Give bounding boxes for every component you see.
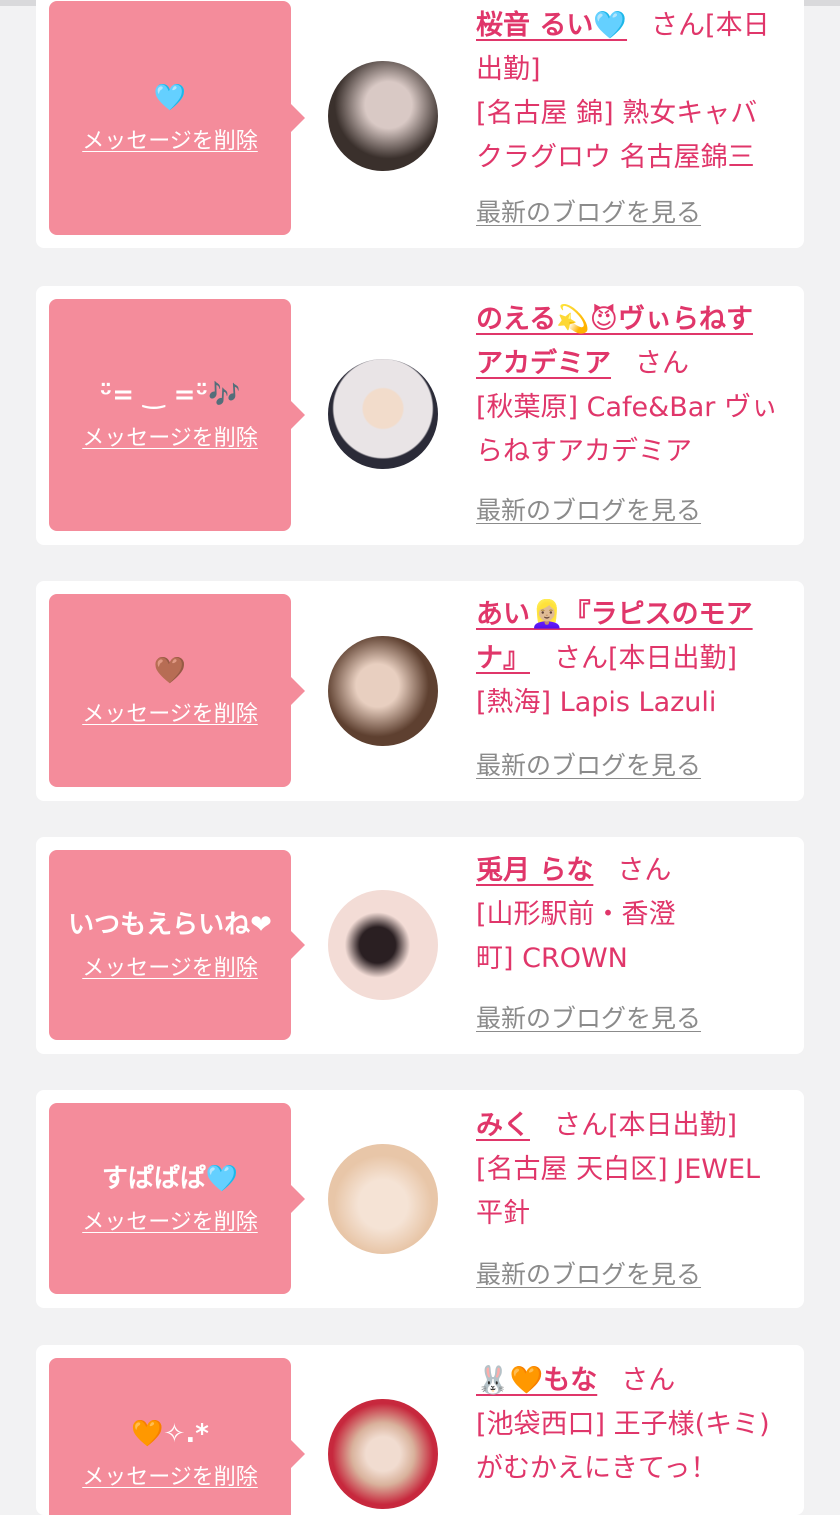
message-text: 🧡✧.*: [131, 1418, 209, 1449]
name-suffix: さん: [635, 348, 689, 379]
message-card: すぱぱぱ🩵 メッセージを削除 みく さん[本日出勤] [名古屋 天白区] JEWE…: [36, 1090, 804, 1308]
delete-message-link[interactable]: メッセージを削除: [82, 426, 258, 452]
latest-blog-link[interactable]: 最新のブログを見る: [476, 1260, 701, 1290]
avatar[interactable]: [328, 61, 438, 171]
message-text: 🩵: [153, 83, 187, 113]
shop-line: [山形駅前・香澄: [476, 899, 676, 930]
shop-line: [秋葉原] Cafe&Bar ヴぃ: [476, 392, 778, 423]
message-text: すぱぱぱ🩵: [101, 1163, 239, 1194]
cast-name-link[interactable]: のえる💫😈ヴぃらねす: [476, 304, 753, 335]
shop-line: 出勤]: [476, 54, 541, 85]
name-suffix: さん[本日: [651, 10, 770, 41]
latest-blog-link[interactable]: 最新のブログを見る: [476, 198, 701, 228]
delete-message-link[interactable]: メッセージを削除: [82, 956, 258, 982]
message-text: 🤎: [153, 655, 187, 686]
shop-line: 町] CROWN: [476, 943, 628, 974]
cast-name-link[interactable]: あい👱🏼‍♀️『ラピスのモア: [476, 599, 753, 630]
message-bubble: 🩵 メッセージを削除: [49, 1, 305, 235]
name-suffix: さん: [617, 855, 672, 886]
message-card: 🧡✧.* メッセージを削除 🐰🧡もな さん [池袋西口] 王子様(キミ) がむかえ…: [36, 1345, 804, 1515]
delete-message-link[interactable]: メッセージを削除: [82, 1465, 258, 1491]
cast-name-link[interactable]: 🐰🧡もな: [476, 1365, 597, 1396]
shop-line: らねすアカデミア: [476, 436, 692, 467]
name-suffix: さん[本日出勤]: [554, 643, 738, 674]
shop-line: [名古屋 錦] 熟女キャバ: [476, 98, 758, 129]
latest-blog-link[interactable]: 最新のブログを見る: [476, 1004, 701, 1034]
delete-message-link[interactable]: メッセージを削除: [82, 129, 258, 155]
cast-name-link[interactable]: 桜音 るい🩵: [476, 10, 627, 41]
latest-blog-link[interactable]: 最新のブログを見る: [476, 751, 701, 781]
message-text: ᵕ̈= ‿ =ᵕ̈🎶: [99, 380, 241, 410]
shop-line: がむかえにきてっ！: [476, 1453, 718, 1484]
cast-name-link[interactable]: 兎月 らな: [476, 855, 593, 886]
cast-name-link-cont[interactable]: アカデミア: [476, 348, 611, 379]
shop-line: クラグロウ 名古屋錦三: [476, 142, 755, 173]
message-card: いつもえらいね❤ メッセージを削除 兎月 らな さん [山形駅前・香澄 町] CR…: [36, 837, 804, 1054]
avatar[interactable]: [328, 636, 438, 746]
message-card: 🩵 メッセージを削除 桜音 るい🩵 さん[本日 出勤] [名古屋 錦] 熟女キャバ…: [36, 0, 804, 248]
avatar[interactable]: [328, 890, 438, 1000]
shop-line: [池袋西口] 王子様(キミ): [476, 1409, 770, 1440]
name-suffix: さん: [621, 1365, 676, 1396]
message-bubble: いつもえらいね❤ メッセージを削除: [49, 850, 305, 1040]
shop-line: [熱海] Lapis Lazuli: [476, 687, 717, 718]
message-bubble: 🧡✧.* メッセージを削除: [49, 1358, 305, 1515]
name-suffix: さん[本日出勤]: [554, 1110, 738, 1141]
avatar[interactable]: [328, 1144, 438, 1254]
message-bubble: 🤎 メッセージを削除: [49, 594, 305, 787]
cast-name-link-cont[interactable]: ナ』: [476, 643, 530, 674]
shop-line: 平針: [476, 1198, 530, 1229]
message-text: いつもえらいね❤: [68, 910, 272, 940]
message-card: ᵕ̈= ‿ =ᵕ̈🎶 メッセージを削除 のえる💫😈ヴぃらねす アカデミア さん […: [36, 286, 804, 545]
shop-line: [名古屋 天白区] JEWEL: [476, 1154, 761, 1185]
message-bubble: すぱぱぱ🩵 メッセージを削除: [49, 1103, 305, 1294]
latest-blog-link[interactable]: 最新のブログを見る: [476, 496, 701, 526]
cast-name-link[interactable]: みく: [476, 1110, 530, 1141]
delete-message-link[interactable]: メッセージを削除: [82, 1210, 258, 1236]
message-card: 🤎 メッセージを削除 あい👱🏼‍♀️『ラピスのモア ナ』 さん[本日出勤] [熱海…: [36, 581, 804, 801]
avatar[interactable]: [328, 359, 438, 469]
delete-message-link[interactable]: メッセージを削除: [82, 702, 258, 728]
message-bubble: ᵕ̈= ‿ =ᵕ̈🎶 メッセージを削除: [49, 299, 305, 531]
avatar[interactable]: [328, 1399, 438, 1509]
